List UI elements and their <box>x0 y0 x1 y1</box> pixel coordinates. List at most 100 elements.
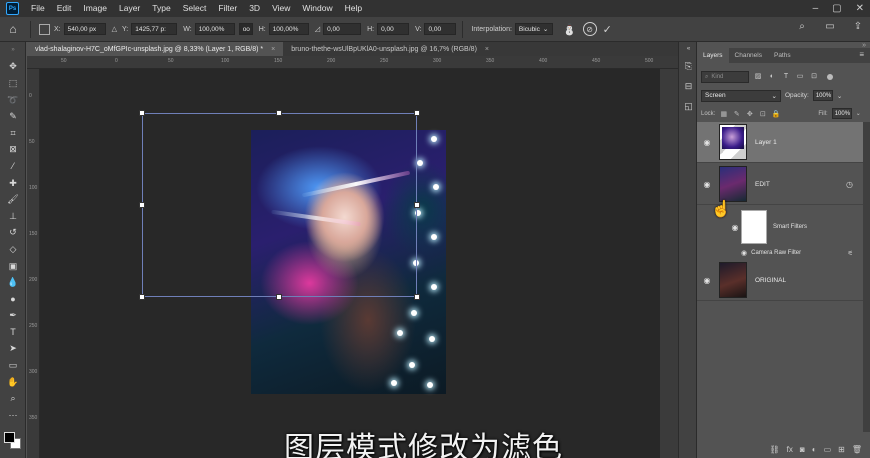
smart-object-filter-icon[interactable]: ⊡ <box>809 72 819 82</box>
height-input[interactable]: 100,00% <box>268 23 309 35</box>
x-input[interactable]: 540,00 px <box>63 23 106 35</box>
transform-handle-right[interactable] <box>414 202 420 208</box>
lock-artboard-icon[interactable]: ⊡ <box>758 110 767 118</box>
transform-handle-bottom[interactable] <box>276 294 282 300</box>
brush-tool-icon[interactable]: 🖌 <box>0 191 26 208</box>
kind-filter-select[interactable]: ⌕ Kind <box>701 71 749 83</box>
type-filter-icon[interactable]: T <box>781 72 791 82</box>
panel-menu-icon[interactable]: ≡ <box>859 50 864 59</box>
menu-type[interactable]: Type <box>146 0 176 17</box>
fill-input[interactable]: 100% <box>831 108 852 119</box>
width-input[interactable]: 100,00% <box>194 23 235 35</box>
link-button[interactable]: oo <box>238 23 253 35</box>
menu-edit[interactable]: Edit <box>51 0 78 17</box>
y-input[interactable]: 1425,77 p: <box>131 23 178 35</box>
adjustments-panel-icon[interactable]: ⊟ <box>679 76 698 96</box>
history-brush-icon[interactable]: ↺ <box>0 225 26 242</box>
visibility-eye-icon[interactable]: ◉ <box>741 249 747 257</box>
menu-select[interactable]: Select <box>177 0 213 17</box>
delta-icon[interactable]: △ <box>112 25 117 33</box>
blur-tool-icon[interactable]: 💧 <box>0 274 26 291</box>
visibility-eye-icon[interactable]: ◉ <box>697 276 717 285</box>
search-icon[interactable]: ⌕ <box>794 21 810 32</box>
move-tool-icon[interactable]: ✥ <box>0 59 26 76</box>
menu-filter[interactable]: Filter <box>212 0 243 17</box>
healing-tool-icon[interactable]: ✚ <box>0 175 26 192</box>
canvas-area[interactable]: 图层模式修改为滤色 <box>40 69 660 458</box>
pixel-filter-icon[interactable]: ▨ <box>753 72 763 82</box>
close-icon[interactable]: × <box>271 46 275 53</box>
home-icon[interactable]: ⌂ <box>0 17 26 42</box>
lasso-tool-icon[interactable]: ➰ <box>0 92 26 109</box>
gradient-tool-icon[interactable]: ▣ <box>0 258 26 275</box>
type-tool-icon[interactable]: T <box>0 324 26 341</box>
vertical-ruler[interactable]: 0 50 100 150 200 250 300 350 <box>27 69 40 458</box>
history-panel-icon[interactable]: ⎘ <box>679 56 698 76</box>
add-mask-icon[interactable]: ◙ <box>800 445 805 454</box>
interpolation-select[interactable]: Bicubic ⌄ <box>514 23 553 35</box>
menu-layer[interactable]: Layer <box>113 0 146 17</box>
crop-tool-icon[interactable]: ⌗ <box>0 125 26 142</box>
lock-transparency-icon[interactable]: ▦ <box>719 110 728 118</box>
lock-all-icon[interactable]: 🔒 <box>771 110 780 118</box>
camera-raw-filter-row[interactable]: ◉ Camera Raw Filter ⚟ <box>697 247 863 259</box>
transform-handle-top-left[interactable] <box>139 110 145 116</box>
visibility-eye-icon[interactable]: ◉ <box>697 138 717 147</box>
transform-bounding-box[interactable] <box>139 110 420 300</box>
shape-filter-icon[interactable]: ▭ <box>795 72 805 82</box>
tab-paths[interactable]: Paths <box>768 48 797 63</box>
collapse-icon[interactable]: « <box>679 42 698 56</box>
visibility-eye-icon[interactable]: ◉ <box>725 223 745 232</box>
foreground-color-swatch[interactable] <box>4 432 15 443</box>
menu-help[interactable]: Help <box>339 0 368 17</box>
pen-tool-icon[interactable]: ✒ <box>0 308 26 325</box>
tab-document-2[interactable]: bruno-thethe-wsUlBpUKlA0-unsplash.jpg @ … <box>283 42 497 56</box>
menu-image[interactable]: Image <box>77 0 113 17</box>
fx-icon[interactable]: fx <box>787 445 793 454</box>
horizontal-ruler[interactable]: 50 0 50 100 150 200 250 300 350 400 450 … <box>27 56 678 69</box>
menu-3d[interactable]: 3D <box>243 0 266 17</box>
chevron-down-icon[interactable]: ⌄ <box>837 92 842 100</box>
delete-layer-icon[interactable]: 🗑 <box>852 445 862 454</box>
lock-pixels-icon[interactable]: ✎ <box>732 110 741 118</box>
marquee-tool-icon[interactable]: ⬚ <box>0 75 26 92</box>
vskew-input[interactable]: 0,00 <box>424 23 457 35</box>
blend-mode-select[interactable]: Screen ⌄ <box>701 89 781 102</box>
color-swatches[interactable] <box>4 432 22 450</box>
share-icon[interactable]: ⇪ <box>850 21 866 32</box>
close-icon[interactable]: × <box>485 46 489 53</box>
transform-handle-left[interactable] <box>139 202 145 208</box>
filter-toggle[interactable] <box>827 74 833 80</box>
path-select-tool-icon[interactable]: ➤ <box>0 341 26 358</box>
eyedropper-tool-icon[interactable]: ⁄ <box>0 158 26 175</box>
filter-options-icon[interactable]: ⚟ <box>848 250 853 257</box>
canvas-scrollbar[interactable] <box>660 69 678 458</box>
zoom-tool-icon[interactable]: ⌕ <box>0 390 26 407</box>
tab-document-1[interactable]: vlad-shalaginov-H7C_oMfGPIc-unsplash.jpg… <box>27 42 284 56</box>
menu-view[interactable]: View <box>266 0 296 17</box>
transform-handle-bottom-right[interactable] <box>414 294 420 300</box>
new-layer-icon[interactable]: ⊞ <box>838 445 845 454</box>
transform-handle-top-right[interactable] <box>414 110 420 116</box>
frame-tool-icon[interactable]: ⊠ <box>0 142 26 159</box>
link-layers-icon[interactable]: ⛓ <box>770 445 780 454</box>
shape-tool-icon[interactable]: ▭ <box>0 357 26 374</box>
layers-scrollbar[interactable] <box>863 122 870 432</box>
layer-row-original[interactable]: ◉ ORIGINAL <box>697 260 863 301</box>
adjustment-filter-icon[interactable]: ◐ <box>767 72 777 82</box>
lock-position-icon[interactable]: ✥ <box>745 110 754 118</box>
maximize-icon[interactable]: ▢ <box>832 3 841 14</box>
more-tools-icon[interactable]: ⋯ <box>0 407 26 424</box>
eraser-tool-icon[interactable]: ◇ <box>0 241 26 258</box>
workspace-icon[interactable]: ▭ <box>822 21 838 32</box>
quick-select-tool-icon[interactable]: ✎ <box>0 108 26 125</box>
menu-file[interactable]: File <box>25 0 51 17</box>
close-window-icon[interactable]: ✕ <box>856 3 864 14</box>
tab-layers[interactable]: Layers <box>697 48 729 63</box>
visibility-eye-icon[interactable]: ◉ <box>697 180 717 189</box>
rotate-input[interactable]: 0,00 <box>323 23 362 35</box>
properties-panel-icon[interactable]: ◱ <box>679 96 698 116</box>
cancel-transform-icon[interactable]: ⊘ <box>582 22 597 36</box>
adjustment-layer-icon[interactable]: ◐ <box>812 445 817 454</box>
warp-icon[interactable]: ⛄ <box>563 23 577 36</box>
